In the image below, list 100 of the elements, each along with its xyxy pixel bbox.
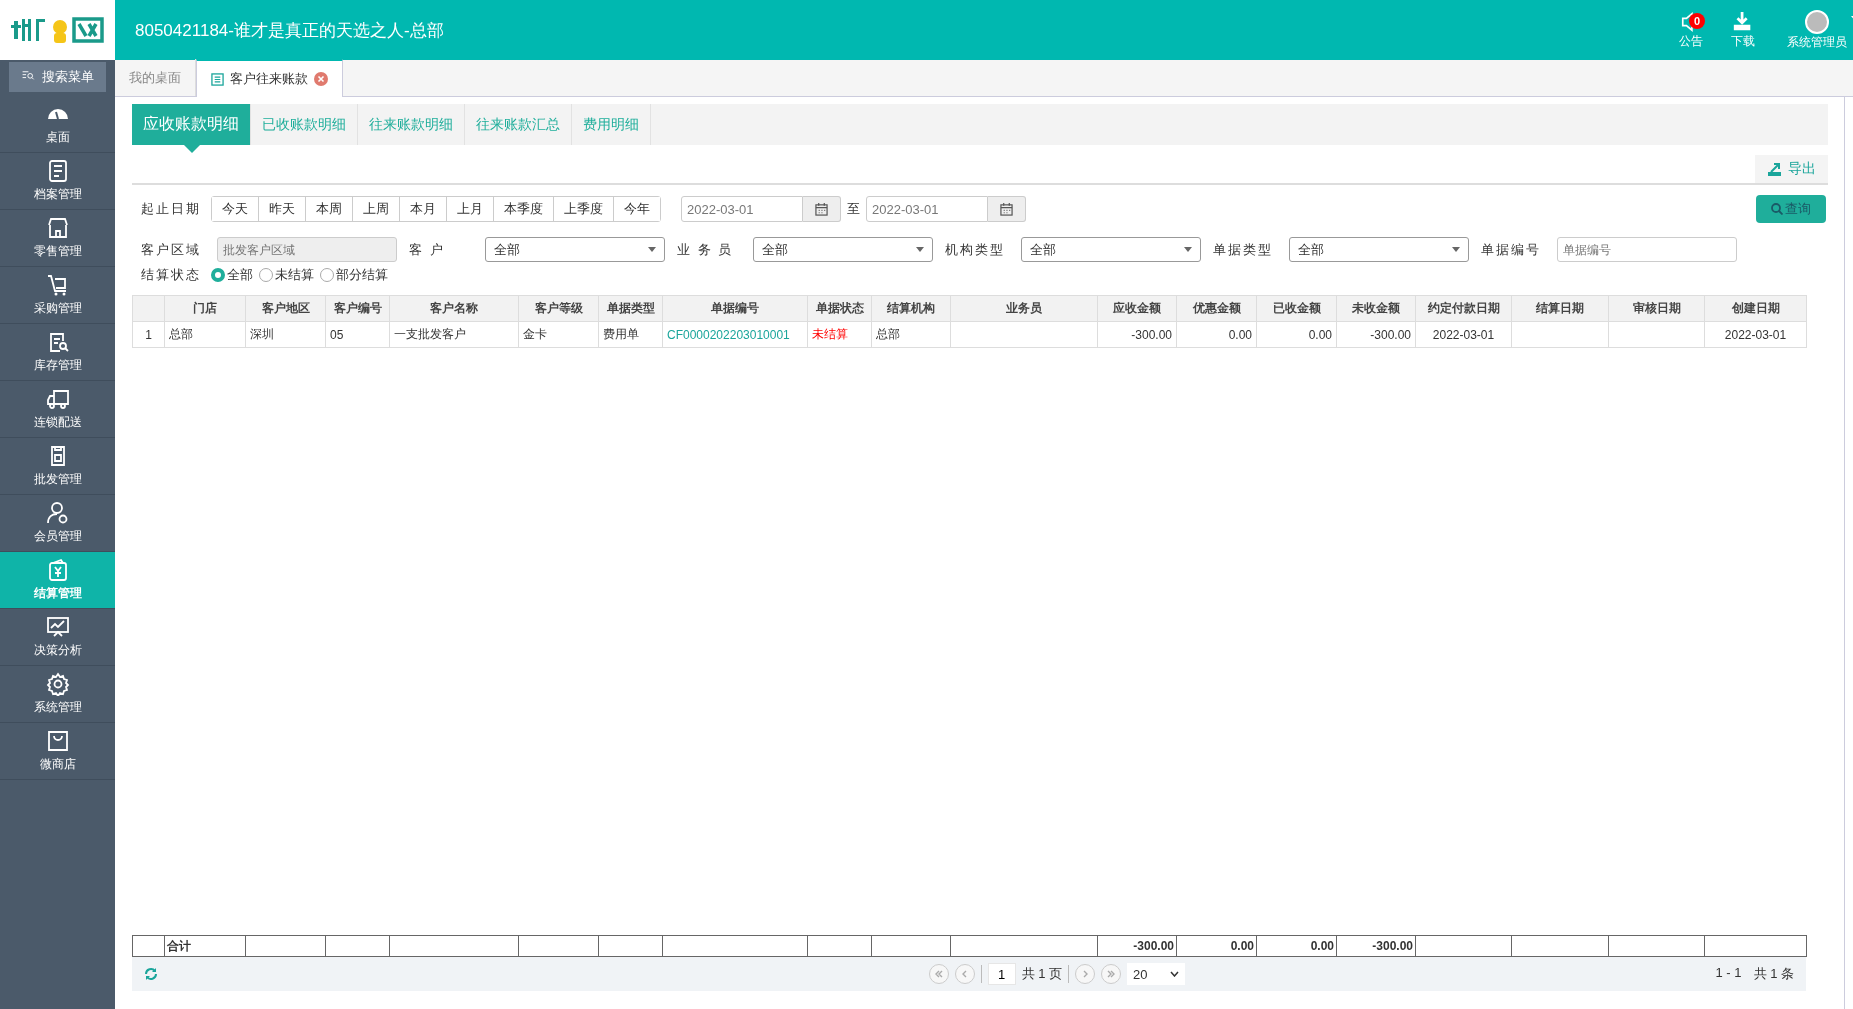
column-header[interactable]: 业务员 (950, 295, 1098, 322)
caret-icon (1184, 247, 1192, 252)
total-cell: 0.00 (1256, 935, 1337, 957)
next-page-button[interactable] (1075, 964, 1095, 984)
page-input[interactable]: 1 (987, 963, 1016, 985)
column-header[interactable]: 客户名称 (389, 295, 519, 322)
last-page-button[interactable] (1101, 964, 1121, 984)
page-tab[interactable]: 客户往来账款 (196, 59, 343, 97)
column-header[interactable]: 客户地区 (245, 295, 326, 322)
field-label: 起止日期 (141, 200, 202, 218)
column-header[interactable]: 未收金额 (1336, 295, 1416, 322)
column-header[interactable]: 客户等级 (518, 295, 599, 322)
column-header[interactable]: 门店 (164, 295, 246, 322)
table-cell: 0.00 (1176, 321, 1257, 348)
calendar-button[interactable] (803, 196, 841, 222)
chart-board-icon (45, 615, 70, 639)
radio-option[interactable]: 部分结算 (320, 266, 388, 284)
caret-icon (1170, 971, 1179, 977)
field-label: 客户区域 (141, 240, 202, 259)
table-cell: 总部 (871, 321, 951, 348)
menu-search-button[interactable]: 搜索菜单 (9, 62, 106, 92)
radio-option[interactable]: 全部 (211, 266, 253, 284)
shopping-bag-icon (45, 729, 70, 753)
input-field[interactable]: 单据编号 (1557, 237, 1737, 262)
caret-icon (916, 247, 924, 252)
table-cell: 2022-03-01 (1704, 321, 1807, 348)
page-count: 共 1 页 (1021, 965, 1062, 983)
total-cell: 0.00 (1176, 935, 1257, 957)
field-label: 单据类型 (1213, 240, 1274, 259)
column-header[interactable]: 单据编号 (662, 295, 808, 322)
window-title: 8050421184-谁才是真正的天选之人-总部 (135, 19, 445, 42)
dropdown[interactable]: 全部 (1289, 237, 1469, 262)
column-header[interactable]: 单据类型 (598, 295, 663, 322)
table-cell: 05 (325, 321, 390, 348)
truck-icon (45, 387, 70, 411)
field-label: 客 户 (409, 240, 446, 259)
column-header[interactable]: 创建日期 (1704, 295, 1807, 322)
list-icon (211, 72, 224, 86)
dropdown[interactable]: 全部 (1021, 237, 1201, 262)
column-header[interactable]: 结算机构 (871, 295, 951, 322)
field-label: 机构类型 (945, 240, 1006, 259)
row-number: 1 (132, 321, 165, 348)
first-page-icon (933, 969, 944, 979)
first-page-button[interactable] (928, 964, 949, 984)
total-label: 合计 (164, 935, 246, 957)
sidebar-item[interactable]: 桌面 (0, 96, 115, 153)
table-cell: 0.00 (1256, 321, 1337, 348)
calendar-button[interactable] (988, 196, 1026, 222)
table-cell: -300.00 (1097, 321, 1177, 348)
record-range: 1 - 1 (1715, 965, 1742, 982)
radio-option[interactable]: 未结算 (259, 266, 314, 284)
table-cell: 金卡 (518, 321, 599, 348)
sidebar-item[interactable]: 系统管理 (0, 666, 115, 723)
table-cell: 2022-03-01 (1415, 321, 1512, 348)
table-cell: -300.00 (1336, 321, 1416, 348)
user-icon (45, 501, 70, 525)
date-field[interactable]: 2022-03-01 (681, 196, 803, 222)
avatar (1805, 9, 1829, 34)
calendar-icon (1000, 202, 1013, 216)
search-icon (1771, 203, 1783, 215)
gear-icon (45, 672, 70, 696)
notification-badge: 0 (1689, 12, 1705, 29)
date-range-button[interactable]: 今天 (212, 197, 259, 221)
last-page-icon (1106, 969, 1116, 979)
dropdown[interactable]: 全部 (485, 237, 665, 262)
previous-page-button[interactable] (954, 964, 975, 984)
sidebar-item[interactable]: 批发管理 (0, 438, 115, 495)
dropdown[interactable]: 全部 (753, 237, 933, 262)
column-header[interactable]: 审核日期 (1608, 295, 1705, 322)
active-tab-pointer (182, 144, 201, 153)
sidebar-item[interactable]: 决策分析 (0, 609, 115, 666)
total-cell: -300.00 (1336, 935, 1416, 957)
sidebar-item[interactable]: 连锁配送 (0, 381, 115, 438)
sidebar-item[interactable]: 零售管理 (0, 210, 115, 267)
sidebar-item[interactable]: 库存管理 (0, 324, 115, 381)
table-cell: 费用单 (598, 321, 663, 348)
field-label: 单据编号 (1481, 240, 1542, 259)
store-icon (45, 216, 70, 240)
field-label: 业 务 员 (677, 240, 735, 259)
column-header[interactable]: 已收金额 (1256, 295, 1337, 322)
column-header[interactable]: 客户编号 (325, 295, 390, 322)
column-header[interactable]: 约定付款日期 (1415, 295, 1512, 322)
date-field[interactable]: 2022-03-01 (866, 196, 988, 222)
total-cell: -300.00 (1097, 935, 1177, 957)
sidebar-item[interactable]: 采购管理 (0, 267, 115, 324)
caret-icon (1452, 247, 1460, 252)
export-icon (1767, 161, 1782, 177)
column-header[interactable]: 单据状态 (807, 295, 872, 322)
record-total: 共 1 条 (1753, 965, 1794, 983)
date-separator: 至 (847, 200, 860, 218)
sidebar-item[interactable]: 档案管理 (0, 153, 115, 210)
page-size-dropdown[interactable]: 20 (1127, 963, 1185, 985)
status-text: 未结算 (807, 321, 872, 348)
column-header[interactable]: 应收金额 (1097, 295, 1177, 322)
column-header[interactable]: 优惠金额 (1176, 295, 1257, 322)
column-header[interactable]: 结算日期 (1511, 295, 1609, 322)
table-cell: 一支批发客户 (389, 321, 519, 348)
sidebar-item[interactable]: 微商店 (0, 723, 115, 780)
calendar-icon (815, 202, 828, 216)
table-cell: 深圳 (245, 321, 326, 348)
